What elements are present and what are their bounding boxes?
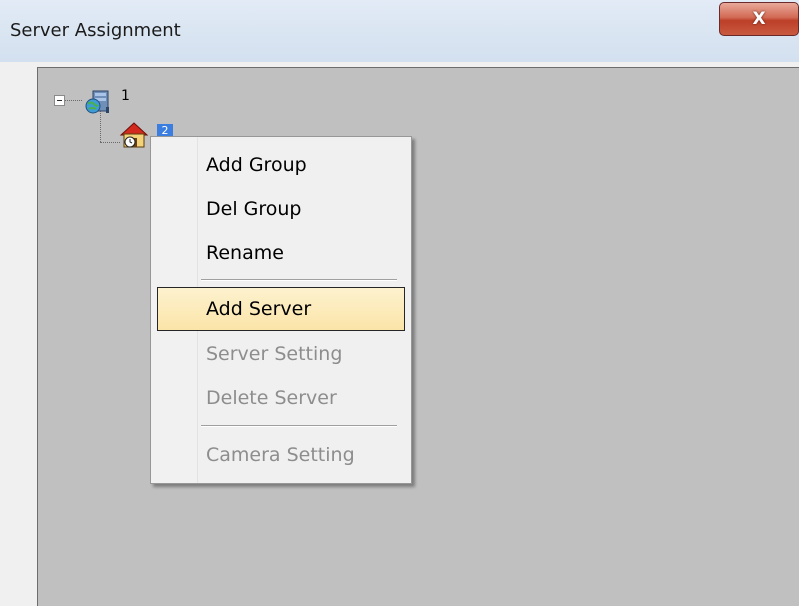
close-button[interactable]: X — [719, 2, 799, 36]
window-title: Server Assignment — [10, 20, 181, 41]
menu-item-camera-setting[interactable]: Camera Setting — [206, 444, 355, 466]
server-group-icon[interactable] — [82, 89, 112, 115]
context-menu: Add Group Del Group Rename Add Server Se… — [150, 136, 412, 484]
tree-connector-line — [100, 142, 120, 143]
house-icon[interactable] — [118, 120, 150, 150]
menu-separator — [201, 425, 397, 427]
server-assignment-window: Server Assignment X 1 2 Add Group Del Gr… — [0, 0, 799, 606]
close-icon: X — [752, 9, 766, 29]
tree-connector-line — [65, 100, 82, 101]
collapse-toggle-icon[interactable] — [54, 95, 65, 106]
menu-item-del-group[interactable]: Del Group — [206, 198, 301, 220]
menu-separator — [201, 279, 397, 281]
tree-item-label[interactable]: 1 — [121, 88, 130, 104]
title-bar[interactable]: Server Assignment X — [0, 0, 799, 62]
menu-item-add-server[interactable]: Add Server — [206, 298, 311, 320]
menu-item-add-group[interactable]: Add Group — [206, 154, 307, 176]
menu-item-delete-server[interactable]: Delete Server — [206, 387, 337, 409]
menu-item-rename[interactable]: Rename — [206, 242, 284, 264]
menu-item-server-setting[interactable]: Server Setting — [206, 343, 342, 365]
